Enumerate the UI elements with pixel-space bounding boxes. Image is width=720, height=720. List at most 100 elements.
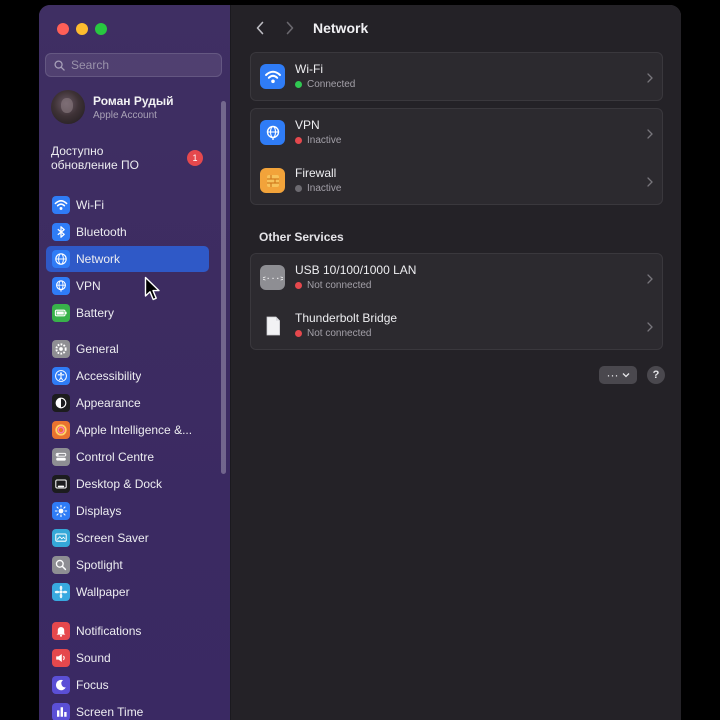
- sidebar-item-sound[interactable]: Sound: [46, 645, 209, 671]
- spotlight-icon: [52, 556, 70, 574]
- sidebar-item-screen-time[interactable]: Screen Time: [46, 699, 209, 720]
- displays-icon: [52, 502, 70, 520]
- document-icon: [260, 313, 285, 338]
- chevron-left-icon: [256, 21, 264, 35]
- service-row-usb-10-100-1000-lan[interactable]: <···> USB 10/100/1000 LAN Not connected: [251, 254, 662, 301]
- zoom-window-button[interactable]: [95, 23, 107, 35]
- sidebar-item-wi-fi[interactable]: Wi-Fi: [46, 192, 209, 218]
- sidebar-item-label: Screen Time: [76, 705, 144, 719]
- sidebar-item-label: Desktop & Dock: [76, 477, 163, 491]
- account-row[interactable]: Роман Рудый Apple Account: [51, 90, 173, 124]
- chevron-right-icon: [647, 126, 653, 144]
- service-title: Thunderbolt Bridge: [295, 311, 398, 325]
- services-card-vpn-firewall: VPN Inactive Firewall Inactive: [250, 108, 663, 205]
- service-row-wi-fi[interactable]: Wi-Fi Connected: [251, 53, 662, 100]
- close-window-button[interactable]: [57, 23, 69, 35]
- service-title: USB 10/100/1000 LAN: [295, 263, 417, 277]
- status-dot: [295, 81, 302, 88]
- toolbar: Network: [251, 19, 368, 37]
- back-button[interactable]: [251, 19, 269, 37]
- service-status: Connected: [307, 79, 356, 90]
- chevron-right-icon: [286, 21, 294, 35]
- avatar: [51, 90, 85, 124]
- sidebar-item-accessibility[interactable]: Accessibility: [46, 363, 209, 389]
- settings-window: Роман Рудый Apple Account Доступно обнов…: [39, 5, 681, 720]
- account-subtitle: Apple Account: [93, 109, 157, 121]
- sidebar-item-label: Screen Saver: [76, 531, 149, 545]
- sidebar-item-label: Battery: [76, 306, 115, 320]
- wallpaper-icon: [52, 583, 70, 601]
- sidebar: Роман Рудый Apple Account Доступно обнов…: [39, 5, 231, 720]
- sidebar-item-spotlight[interactable]: Spotlight: [46, 552, 209, 578]
- more-actions-label: ···: [606, 368, 619, 382]
- sidebar-item-displays[interactable]: Displays: [46, 498, 209, 524]
- sidebar-item-general[interactable]: General: [46, 336, 209, 362]
- service-title: Firewall: [295, 166, 337, 180]
- bluetooth-icon: [52, 223, 70, 241]
- sidebar-item-notifications[interactable]: Notifications: [46, 618, 209, 644]
- more-actions-button[interactable]: ···: [599, 366, 637, 384]
- chevron-right-icon: [647, 70, 653, 88]
- sidebar-item-vpn[interactable]: VPN: [46, 273, 209, 299]
- forward-button[interactable]: [281, 19, 299, 37]
- services-card-wifi: Wi-Fi Connected: [250, 52, 663, 101]
- search-icon: [54, 59, 65, 71]
- chevron-down-icon: [622, 373, 629, 378]
- sidebar-item-label: Focus: [76, 678, 109, 692]
- sidebar-item-focus[interactable]: Focus: [46, 672, 209, 698]
- other-services-heading: Other Services: [259, 230, 344, 244]
- sidebar-scrollbar[interactable]: [221, 101, 226, 474]
- search-input[interactable]: [69, 57, 213, 73]
- service-row-vpn[interactable]: VPN Inactive: [251, 109, 662, 156]
- status-dot: [295, 185, 302, 192]
- sidebar-item-label: VPN: [76, 279, 101, 293]
- chevron-right-icon: [647, 174, 653, 192]
- sidebar-item-bluetooth[interactable]: Bluetooth: [46, 219, 209, 245]
- accessibility-icon: [52, 367, 70, 385]
- status-dot: [295, 282, 302, 289]
- sidebar-item-appearance[interactable]: Appearance: [46, 390, 209, 416]
- sidebar-item-control-centre[interactable]: Control Centre: [46, 444, 209, 470]
- svg-text:<···>: <···>: [263, 274, 283, 283]
- service-status: Not connected: [307, 280, 372, 291]
- sidebar-item-label: Control Centre: [76, 450, 155, 464]
- control-centre-icon: [52, 448, 70, 466]
- minimize-window-button[interactable]: [76, 23, 88, 35]
- software-update-row[interactable]: Доступно обновление ПО 1: [51, 144, 221, 172]
- notifications-icon: [52, 622, 70, 640]
- service-row-thunderbolt-bridge[interactable]: Thunderbolt Bridge Not connected: [251, 301, 662, 349]
- update-count-badge: 1: [187, 150, 203, 166]
- service-status: Inactive: [307, 135, 342, 146]
- window-controls: [57, 23, 107, 35]
- sidebar-item-label: Bluetooth: [76, 225, 127, 239]
- sidebar-item-label: Spotlight: [76, 558, 123, 572]
- sidebar-item-wallpaper[interactable]: Wallpaper: [46, 579, 209, 605]
- service-status: Not connected: [307, 328, 372, 339]
- dock-icon: [52, 475, 70, 493]
- sidebar-item-apple-intelligence[interactable]: Apple Intelligence &...: [46, 417, 209, 443]
- help-button[interactable]: ?: [647, 366, 665, 384]
- sidebar-item-desktop-dock[interactable]: Desktop & Dock: [46, 471, 209, 497]
- services-card-other: <···> USB 10/100/1000 LAN Not connected Thu…: [250, 253, 663, 350]
- vpn-globe-icon: [52, 277, 70, 295]
- main-pane: Network Wi-Fi Connected VPN Inactive Firewa…: [231, 5, 681, 720]
- sidebar-item-label: General: [76, 342, 119, 356]
- apple-intelligence-icon: [52, 421, 70, 439]
- chevron-right-icon: [647, 319, 653, 337]
- search-field[interactable]: [45, 53, 222, 77]
- sidebar-group-system: General Accessibility Appearance Apple Inte…: [46, 336, 209, 606]
- sidebar-item-label: Notifications: [76, 624, 142, 638]
- gear-icon: [52, 340, 70, 358]
- chevron-right-icon: [647, 271, 653, 289]
- sidebar-item-screen-saver[interactable]: Screen Saver: [46, 525, 209, 551]
- sidebar-item-battery[interactable]: Battery: [46, 300, 209, 326]
- screen-saver-icon: [52, 529, 70, 547]
- service-status: Inactive: [307, 183, 342, 194]
- appearance-icon: [52, 394, 70, 412]
- sidebar-group-notifications: Notifications Sound Focus Screen Time: [46, 618, 209, 720]
- service-row-firewall[interactable]: Firewall Inactive: [251, 156, 662, 204]
- wifi-icon: [260, 64, 285, 89]
- sidebar-item-network[interactable]: Network: [46, 246, 209, 272]
- globe-icon: [52, 250, 70, 268]
- wifi-icon: [52, 196, 70, 214]
